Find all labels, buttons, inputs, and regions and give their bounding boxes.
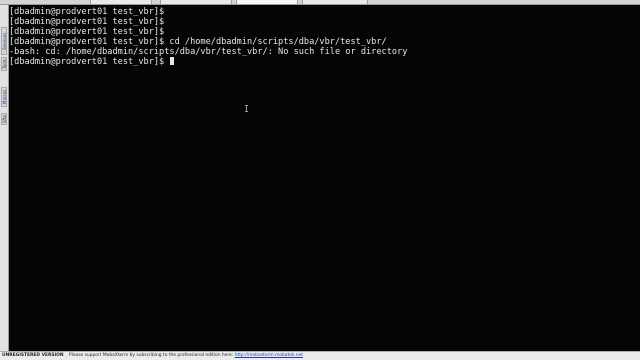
professional-edition-link[interactable]: http://mobaxterm.mobatek.net [235, 353, 303, 358]
terminal-line: [dbadmin@prodvert01 test_vbr]$ [9, 7, 165, 17]
status-bar: UNREGISTERED VERSION Please support Moba… [0, 351, 640, 360]
side-tab-macros[interactable]: Macros [1, 87, 7, 107]
session-tab-2[interactable] [160, 0, 232, 4]
session-tab-4[interactable] [302, 0, 368, 4]
mouse-ibeam-cursor-icon [245, 105, 248, 112]
terminal-line: -bash: cd: /home/dbadmin/scripts/dba/vbr… [9, 47, 408, 57]
terminal-line: [dbadmin@prodvert01 test_vbr]$ [9, 17, 165, 27]
session-tab-1[interactable] [90, 0, 152, 4]
terminal-line: [dbadmin@prodvert01 test_vbr]$ cd /home/… [9, 37, 387, 47]
side-tab-tools[interactable]: Tools [1, 57, 7, 71]
session-tab-3[interactable] [236, 0, 298, 4]
side-tab-sessions[interactable]: Sessions [1, 27, 7, 55]
left-side-panel: Sessions Tools Macros Sftp [0, 5, 9, 351]
terminal-line: [dbadmin@prodvert01 test_vbr]$ [9, 27, 165, 37]
terminal-cursor [170, 57, 175, 65]
unregistered-label: UNREGISTERED VERSION [2, 353, 64, 358]
side-tab-sftp[interactable]: Sftp [1, 113, 7, 125]
support-message: Please support MobaXterm by subscribing … [68, 353, 234, 358]
terminal-prompt-line[interactable]: [dbadmin@prodvert01 test_vbr]$ [9, 57, 640, 67]
terminal-prompt: [dbadmin@prodvert01 test_vbr]$ [9, 57, 170, 67]
mobaxterm-window: Sessions Tools Macros Sftp [dbadmin@prod… [0, 0, 640, 360]
terminal-area[interactable]: [dbadmin@prodvert01 test_vbr]$ [dbadmin@… [9, 5, 640, 351]
